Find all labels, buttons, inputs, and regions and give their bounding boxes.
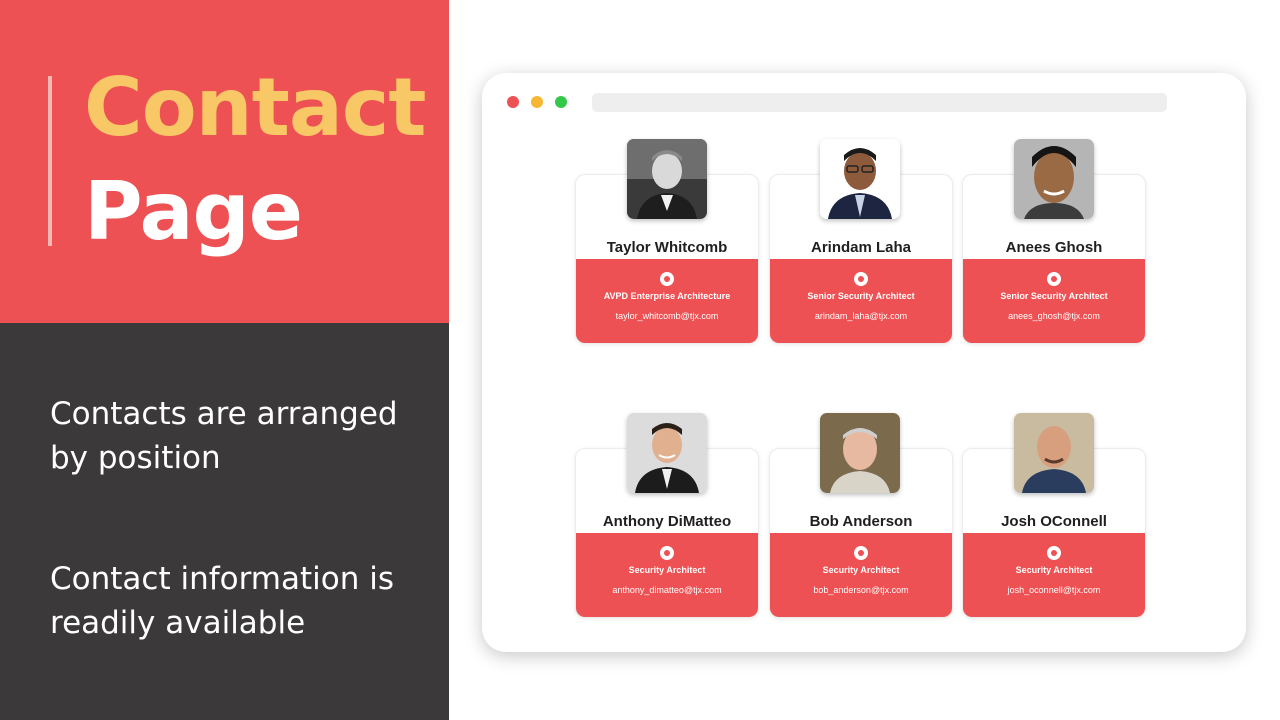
badge-icon: [1047, 272, 1061, 286]
badge-icon: [854, 546, 868, 560]
contact-name: Taylor Whitcomb: [606, 239, 728, 256]
contact-email[interactable]: arindam_laha@tjx.com: [770, 311, 952, 321]
contact-position: AVPD Enterprise Architecture: [603, 291, 731, 301]
browser-window: Taylor Whitcomb AVPD Enterprise Architec…: [482, 73, 1246, 652]
avatar: [627, 413, 707, 493]
avatar: [1014, 139, 1094, 219]
maximize-dot-icon[interactable]: [555, 96, 567, 108]
contact-info-band: Senior Security Architect anees_ghosh@tj…: [963, 259, 1145, 343]
badge-icon: [1047, 546, 1061, 560]
contact-info-band: Senior Security Architect arindam_laha@t…: [770, 259, 952, 343]
contact-name: Bob Anderson: [809, 513, 913, 530]
avatar: [820, 139, 900, 219]
badge-icon: [660, 546, 674, 560]
contact-position: Security Architect: [822, 565, 900, 575]
slide-title-line1: Contact: [84, 61, 427, 154]
contact-name: Anthony DiMatteo: [602, 513, 732, 530]
contact-position: Senior Security Architect: [1000, 291, 1108, 301]
avatar: [1014, 413, 1094, 493]
contact-email[interactable]: taylor_whitcomb@tjx.com: [576, 311, 758, 321]
contact-position: Security Architect: [1015, 565, 1093, 575]
title-panel: Contact Page: [0, 0, 449, 323]
bullet-text: Contact information is readily available: [50, 561, 394, 641]
contact-position: Senior Security Architect: [807, 291, 915, 301]
bullet-panel: [0, 323, 449, 720]
contact-position: Security Architect: [628, 565, 706, 575]
close-dot-icon[interactable]: [507, 96, 519, 108]
contact-info-band: Security Architect bob_anderson@tjx.com: [770, 533, 952, 617]
contact-info-band: AVPD Enterprise Architecture taylor_whit…: [576, 259, 758, 343]
contact-name: Anees Ghosh: [1005, 239, 1103, 256]
contact-email[interactable]: anees_ghosh@tjx.com: [963, 311, 1145, 321]
avatar: [820, 413, 900, 493]
avatar: [627, 139, 707, 219]
contact-email[interactable]: josh_oconnell@tjx.com: [963, 585, 1145, 595]
address-bar[interactable]: [592, 93, 1167, 112]
contact-email[interactable]: anthony_dimatteo@tjx.com: [576, 585, 758, 595]
contact-email[interactable]: bob_anderson@tjx.com: [770, 585, 952, 595]
contact-name: Arindam Laha: [810, 239, 912, 256]
slide-title-line2: Page: [84, 165, 303, 258]
badge-icon: [660, 272, 674, 286]
contact-info-band: Security Architect josh_oconnell@tjx.com: [963, 533, 1145, 617]
title-accent-rule: [48, 76, 52, 246]
minimize-dot-icon[interactable]: [531, 96, 543, 108]
bullet-text: Contacts are arranged by position: [50, 396, 398, 476]
badge-icon: [854, 272, 868, 286]
contact-name: Josh OConnell: [1001, 513, 1107, 530]
contact-info-band: Security Architect anthony_dimatteo@tjx.…: [576, 533, 758, 617]
